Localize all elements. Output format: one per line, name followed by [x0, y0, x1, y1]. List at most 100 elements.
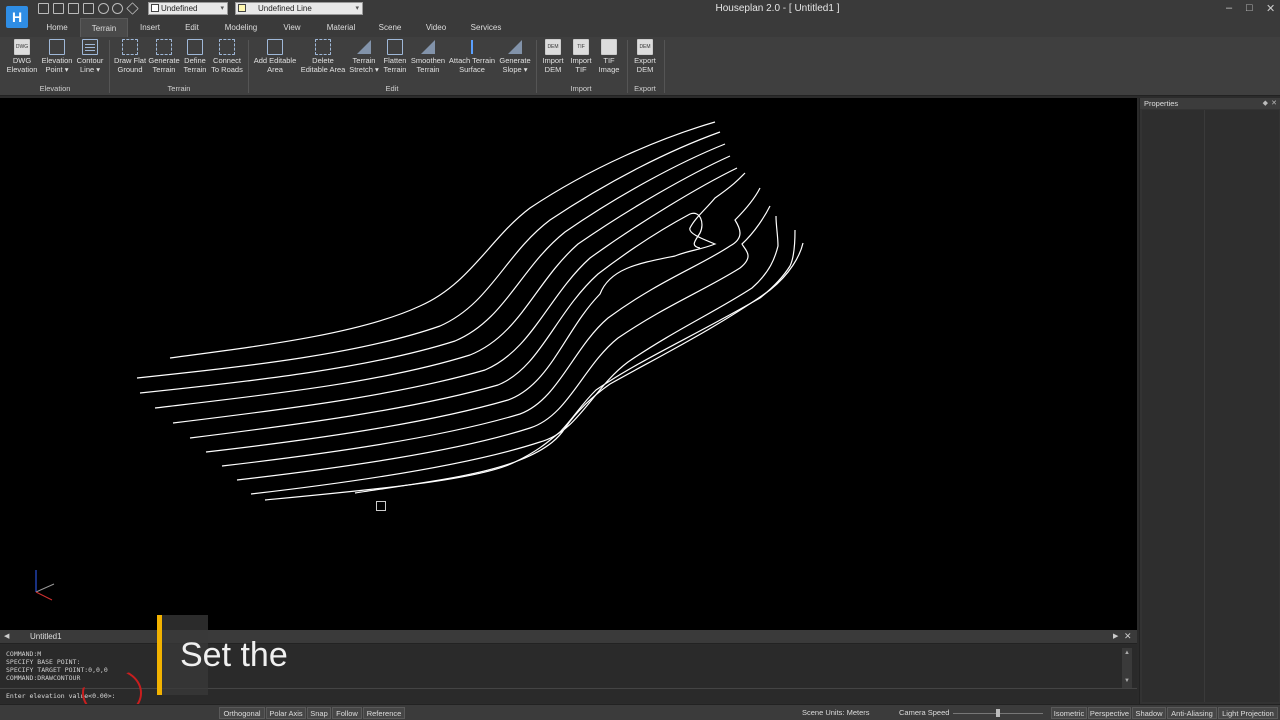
scene-units-label: Scene Units: Meters	[802, 708, 870, 717]
scroll-down-icon[interactable]: ▼	[1124, 678, 1130, 684]
orthogonal-toggle[interactable]: Orthogonal	[219, 707, 265, 719]
close-icon[interactable]: ✕	[1271, 98, 1277, 109]
scroll-left-icon[interactable]: ◀	[4, 632, 9, 640]
minimize-icon[interactable]: –	[1226, 2, 1232, 14]
connect-to-roads-icon	[219, 39, 235, 55]
light-projection-toggle[interactable]: Light Projection	[1218, 707, 1278, 719]
close-icon[interactable]: ✕	[1266, 2, 1275, 15]
window-title: Houseplan 2.0 - [ Untitled1 ]	[715, 3, 840, 14]
contour-line	[205, 172, 746, 453]
elevation-point-button[interactable]: Elevation Point ▾	[39, 39, 75, 83]
generate-slope-icon	[507, 39, 523, 55]
elevation-point-icon	[49, 39, 65, 55]
generate-slope-button[interactable]: Generate Slope ▾	[497, 39, 533, 83]
tab-edit[interactable]: Edit	[176, 18, 208, 37]
define-terrain-button[interactable]: Define Terrain	[178, 39, 212, 83]
contour-line	[136, 131, 721, 379]
tab-video[interactable]: Video	[420, 18, 452, 37]
contour-line-icon	[82, 39, 98, 55]
draw-flat-ground-button[interactable]: Draw Flat Ground	[112, 39, 148, 83]
attach-terrain-surface-button[interactable]: Attach Terrain Surface	[447, 39, 497, 83]
status-bar: Orthogonal Polar Axis Snap Follow Refere…	[0, 704, 1280, 720]
contour-line	[169, 121, 716, 359]
import-tif-button[interactable]: TIF Import TIF	[566, 39, 596, 83]
scroll-right-icon[interactable]: ▶	[1113, 632, 1118, 640]
button-label: DEM	[544, 64, 562, 74]
tab-material[interactable]: Material	[320, 18, 362, 37]
draw-flat-ground-icon	[122, 39, 138, 55]
smoothen-terrain-button[interactable]: Smoothen Terrain	[408, 39, 448, 83]
tab-untitled1[interactable]: Untitled1	[30, 632, 62, 641]
shadow-toggle[interactable]: Shadow	[1132, 707, 1166, 719]
button-label: Editable Area	[300, 64, 346, 74]
export-dem-button[interactable]: DEM Export DEM	[629, 39, 661, 83]
camera-speed-thumb[interactable]	[996, 709, 1000, 717]
camera-speed-label: Camera Speed	[899, 708, 950, 717]
terrain-stretch-icon	[356, 39, 372, 55]
delete-editable-area-button[interactable]: Delete Editable Area	[299, 39, 347, 83]
import-dem-icon: DEM	[545, 39, 561, 55]
contour-line	[172, 167, 738, 424]
isometric-toggle[interactable]: Isometric	[1051, 707, 1087, 719]
ribbon-tab-bar: Home Terrain Insert Edit Modeling View M…	[0, 18, 1280, 37]
terrain-stretch-button[interactable]: Terrain Stretch ▾	[347, 39, 381, 83]
perspective-toggle[interactable]: Perspective	[1088, 707, 1131, 719]
button-label: TIF	[575, 64, 587, 74]
tab-modeling[interactable]: Modeling	[218, 18, 264, 37]
tab-view[interactable]: View	[276, 18, 308, 37]
import-tif-icon: TIF	[573, 39, 589, 55]
caption-accent-bar	[157, 615, 162, 695]
button-label: DEM	[636, 64, 654, 74]
tab-terrain[interactable]: Terrain	[80, 18, 128, 37]
reference-toggle[interactable]: Reference	[363, 707, 405, 719]
anti-aliasing-toggle[interactable]: Anti-Aliasing	[1167, 707, 1217, 719]
add-editable-area-button[interactable]: Add Editable Area	[251, 39, 299, 83]
tab-services[interactable]: Services	[466, 18, 506, 37]
properties-title: Properties	[1144, 99, 1179, 108]
polar-axis-toggle[interactable]: Polar Axis	[266, 707, 306, 719]
contour-line	[221, 187, 761, 467]
export-dem-icon: DEM	[637, 39, 653, 55]
group-divider	[664, 40, 665, 93]
maximize-icon[interactable]: □	[1246, 2, 1253, 14]
connect-to-roads-button[interactable]: Connect To Roads	[208, 39, 246, 83]
tif-image-button[interactable]: TIF Image	[594, 39, 624, 83]
generate-terrain-icon	[156, 39, 172, 55]
app-logo[interactable]: H	[6, 6, 28, 28]
group-label-terrain: Terrain	[167, 84, 191, 93]
follow-toggle[interactable]: Follow	[332, 707, 362, 719]
properties-grid	[1142, 110, 1279, 702]
attach-terrain-surface-icon	[464, 39, 480, 55]
tab-scene[interactable]: Scene	[374, 18, 406, 37]
scroll-up-icon[interactable]: ▲	[1124, 650, 1130, 656]
smoothen-terrain-icon	[420, 39, 436, 55]
button-label: Slope ▾	[502, 64, 528, 74]
button-label: Terrain	[416, 64, 440, 74]
dwg-elevation-icon: DWG	[14, 39, 30, 55]
group-divider	[627, 40, 628, 93]
generate-terrain-button[interactable]: Generate Terrain	[146, 39, 182, 83]
ribbon-panel: DWG DWG Elevation Elevation Point ▾ Cont…	[0, 37, 1280, 96]
button-label: Terrain	[383, 64, 407, 74]
pin-icon[interactable]: ◆	[1263, 98, 1268, 109]
button-label: To Roads	[211, 64, 243, 74]
caption-text: Set the	[180, 636, 288, 674]
import-dem-button[interactable]: DEM Import DEM	[538, 39, 568, 83]
close-icon[interactable]: ✕	[1124, 631, 1132, 642]
tab-home[interactable]: Home	[38, 18, 76, 37]
button-label: Stretch ▾	[349, 64, 379, 74]
pick-cursor	[376, 501, 386, 511]
drawing-viewport[interactable]	[0, 98, 1137, 630]
contour-line-button[interactable]: Contour Line ▾	[72, 39, 108, 83]
button-label: Area	[267, 64, 283, 74]
button-label: Ground	[117, 64, 143, 74]
command-scrollbar[interactable]: ▲ ▼	[1122, 648, 1132, 688]
dwg-elevation-button[interactable]: DWG DWG Elevation	[4, 39, 40, 83]
group-label-edit: Edit	[385, 84, 399, 93]
button-label: Elevation	[6, 64, 38, 74]
group-divider	[109, 40, 110, 93]
contour-line	[264, 229, 796, 501]
flatten-terrain-button[interactable]: Flatten Terrain	[379, 39, 411, 83]
tab-insert[interactable]: Insert	[133, 18, 167, 37]
snap-toggle[interactable]: Snap	[307, 707, 331, 719]
